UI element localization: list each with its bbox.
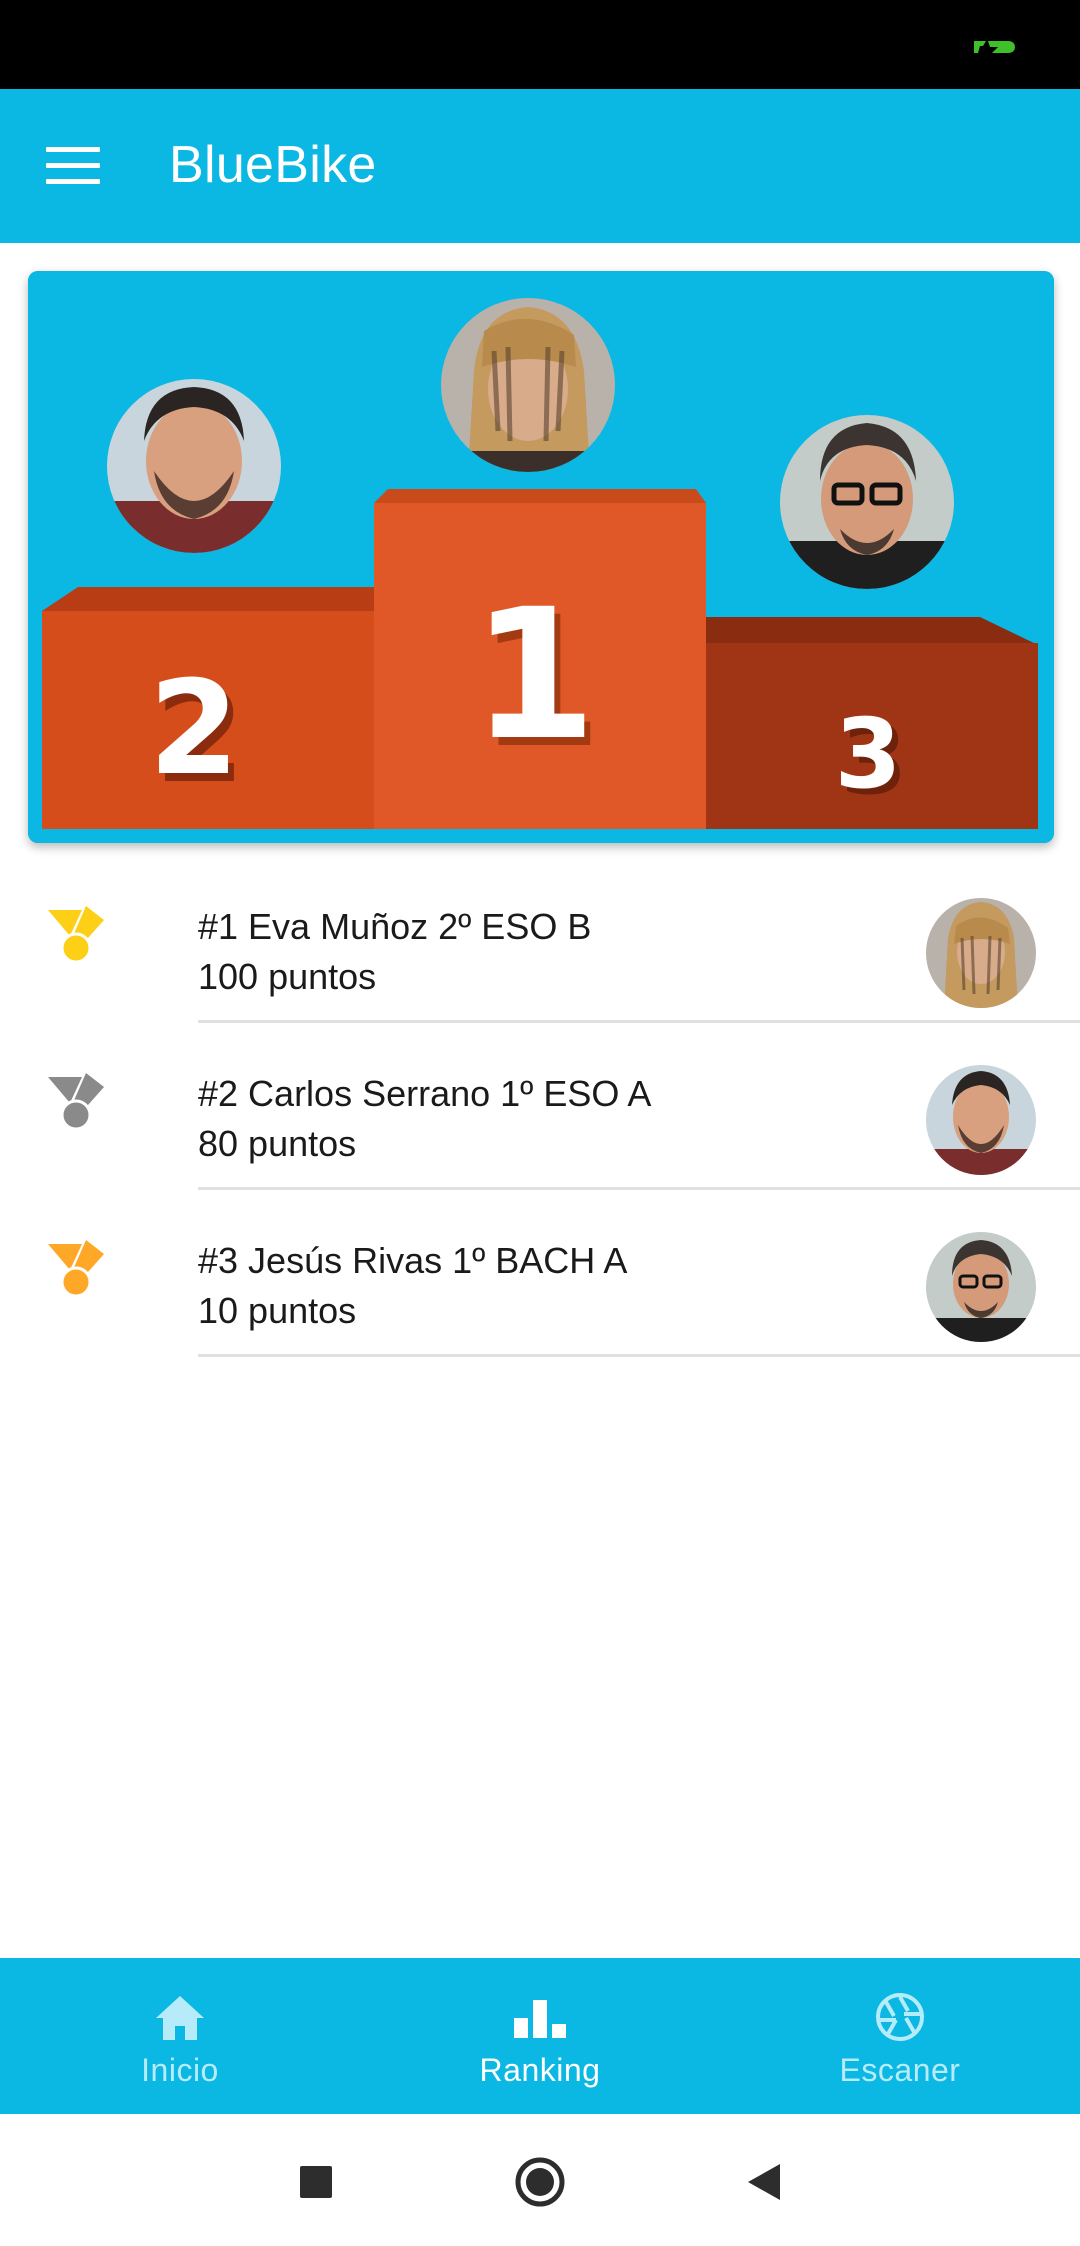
ranking-item-title: #3 Jesús Rivas 1º BACH A (198, 1240, 628, 1281)
list-item[interactable]: #1 Eva Muñoz 2º ESO B 100 puntos (0, 856, 1080, 1023)
ranking-item-title: #2 Carlos Serrano 1º ESO A (198, 1073, 652, 1114)
ranking-list: #1 Eva Muñoz 2º ESO B 100 puntos #2 Carl… (0, 856, 1080, 1357)
podium-block-third: 3 3 (706, 617, 1038, 829)
ranking-item-points: 10 puntos (198, 1290, 357, 1331)
podium-illustration: 2 2 3 3 1 1 (28, 271, 1054, 843)
list-item[interactable]: #2 Carlos Serrano 1º ESO A 80 puntos (0, 1023, 1080, 1190)
nav-item-ranking[interactable]: Ranking (360, 1958, 720, 2114)
avatar (926, 898, 1036, 1008)
silver-medal-icon (48, 1073, 104, 1131)
ranking-item-title: #1 Eva Muñoz 2º ESO B (198, 906, 592, 947)
status-bar (0, 0, 1080, 89)
gold-medal-icon (48, 906, 104, 964)
nav-label-inicio: Inicio (141, 2052, 219, 2088)
app-bar: BlueBike (0, 89, 1080, 243)
divider (198, 1354, 1080, 1357)
avatar (926, 1232, 1036, 1342)
recents-button[interactable] (288, 2154, 344, 2210)
nav-label-escaner: Escaner (839, 2052, 961, 2088)
nav-label-ranking: Ranking (479, 2052, 601, 2088)
recents-square-icon (300, 2166, 332, 2198)
home-circle-icon (515, 2157, 565, 2207)
podium-block-second: 2 2 (42, 587, 374, 829)
bronze-medal-icon (48, 1240, 104, 1298)
podium-number-second-face: 2 (149, 652, 239, 804)
home-icon (156, 1996, 204, 2040)
back-button[interactable] (736, 2154, 792, 2210)
app-title: BlueBike (169, 136, 377, 194)
menu-button[interactable] (30, 129, 116, 203)
nav-item-escaner[interactable]: Escaner (720, 1958, 1080, 2114)
podium-block-first: 1 1 (374, 489, 706, 829)
podium-number-first: 1 (471, 571, 596, 780)
podium-card: 2 2 3 3 1 1 (28, 271, 1054, 843)
bottom-navigation: Inicio Ranking Escaner (0, 1958, 1080, 2114)
bar-chart-icon (514, 2000, 566, 2038)
back-triangle-icon (748, 2164, 780, 2200)
nav-item-inicio[interactable]: Inicio (0, 1958, 360, 2114)
system-navigation-bar (0, 2114, 1080, 2246)
battery-charging-icon (974, 41, 1015, 53)
hamburger-menu-icon (46, 147, 100, 184)
avatar (926, 1065, 1036, 1175)
ranking-item-points: 100 puntos (198, 956, 377, 997)
podium-number-third: 3 (835, 698, 902, 810)
list-item[interactable]: #3 Jesús Rivas 1º BACH A 10 puntos (0, 1190, 1080, 1357)
ranking-item-points: 80 puntos (198, 1123, 357, 1164)
home-system-button[interactable] (512, 2154, 568, 2210)
camera-shutter-icon (876, 1993, 924, 2041)
